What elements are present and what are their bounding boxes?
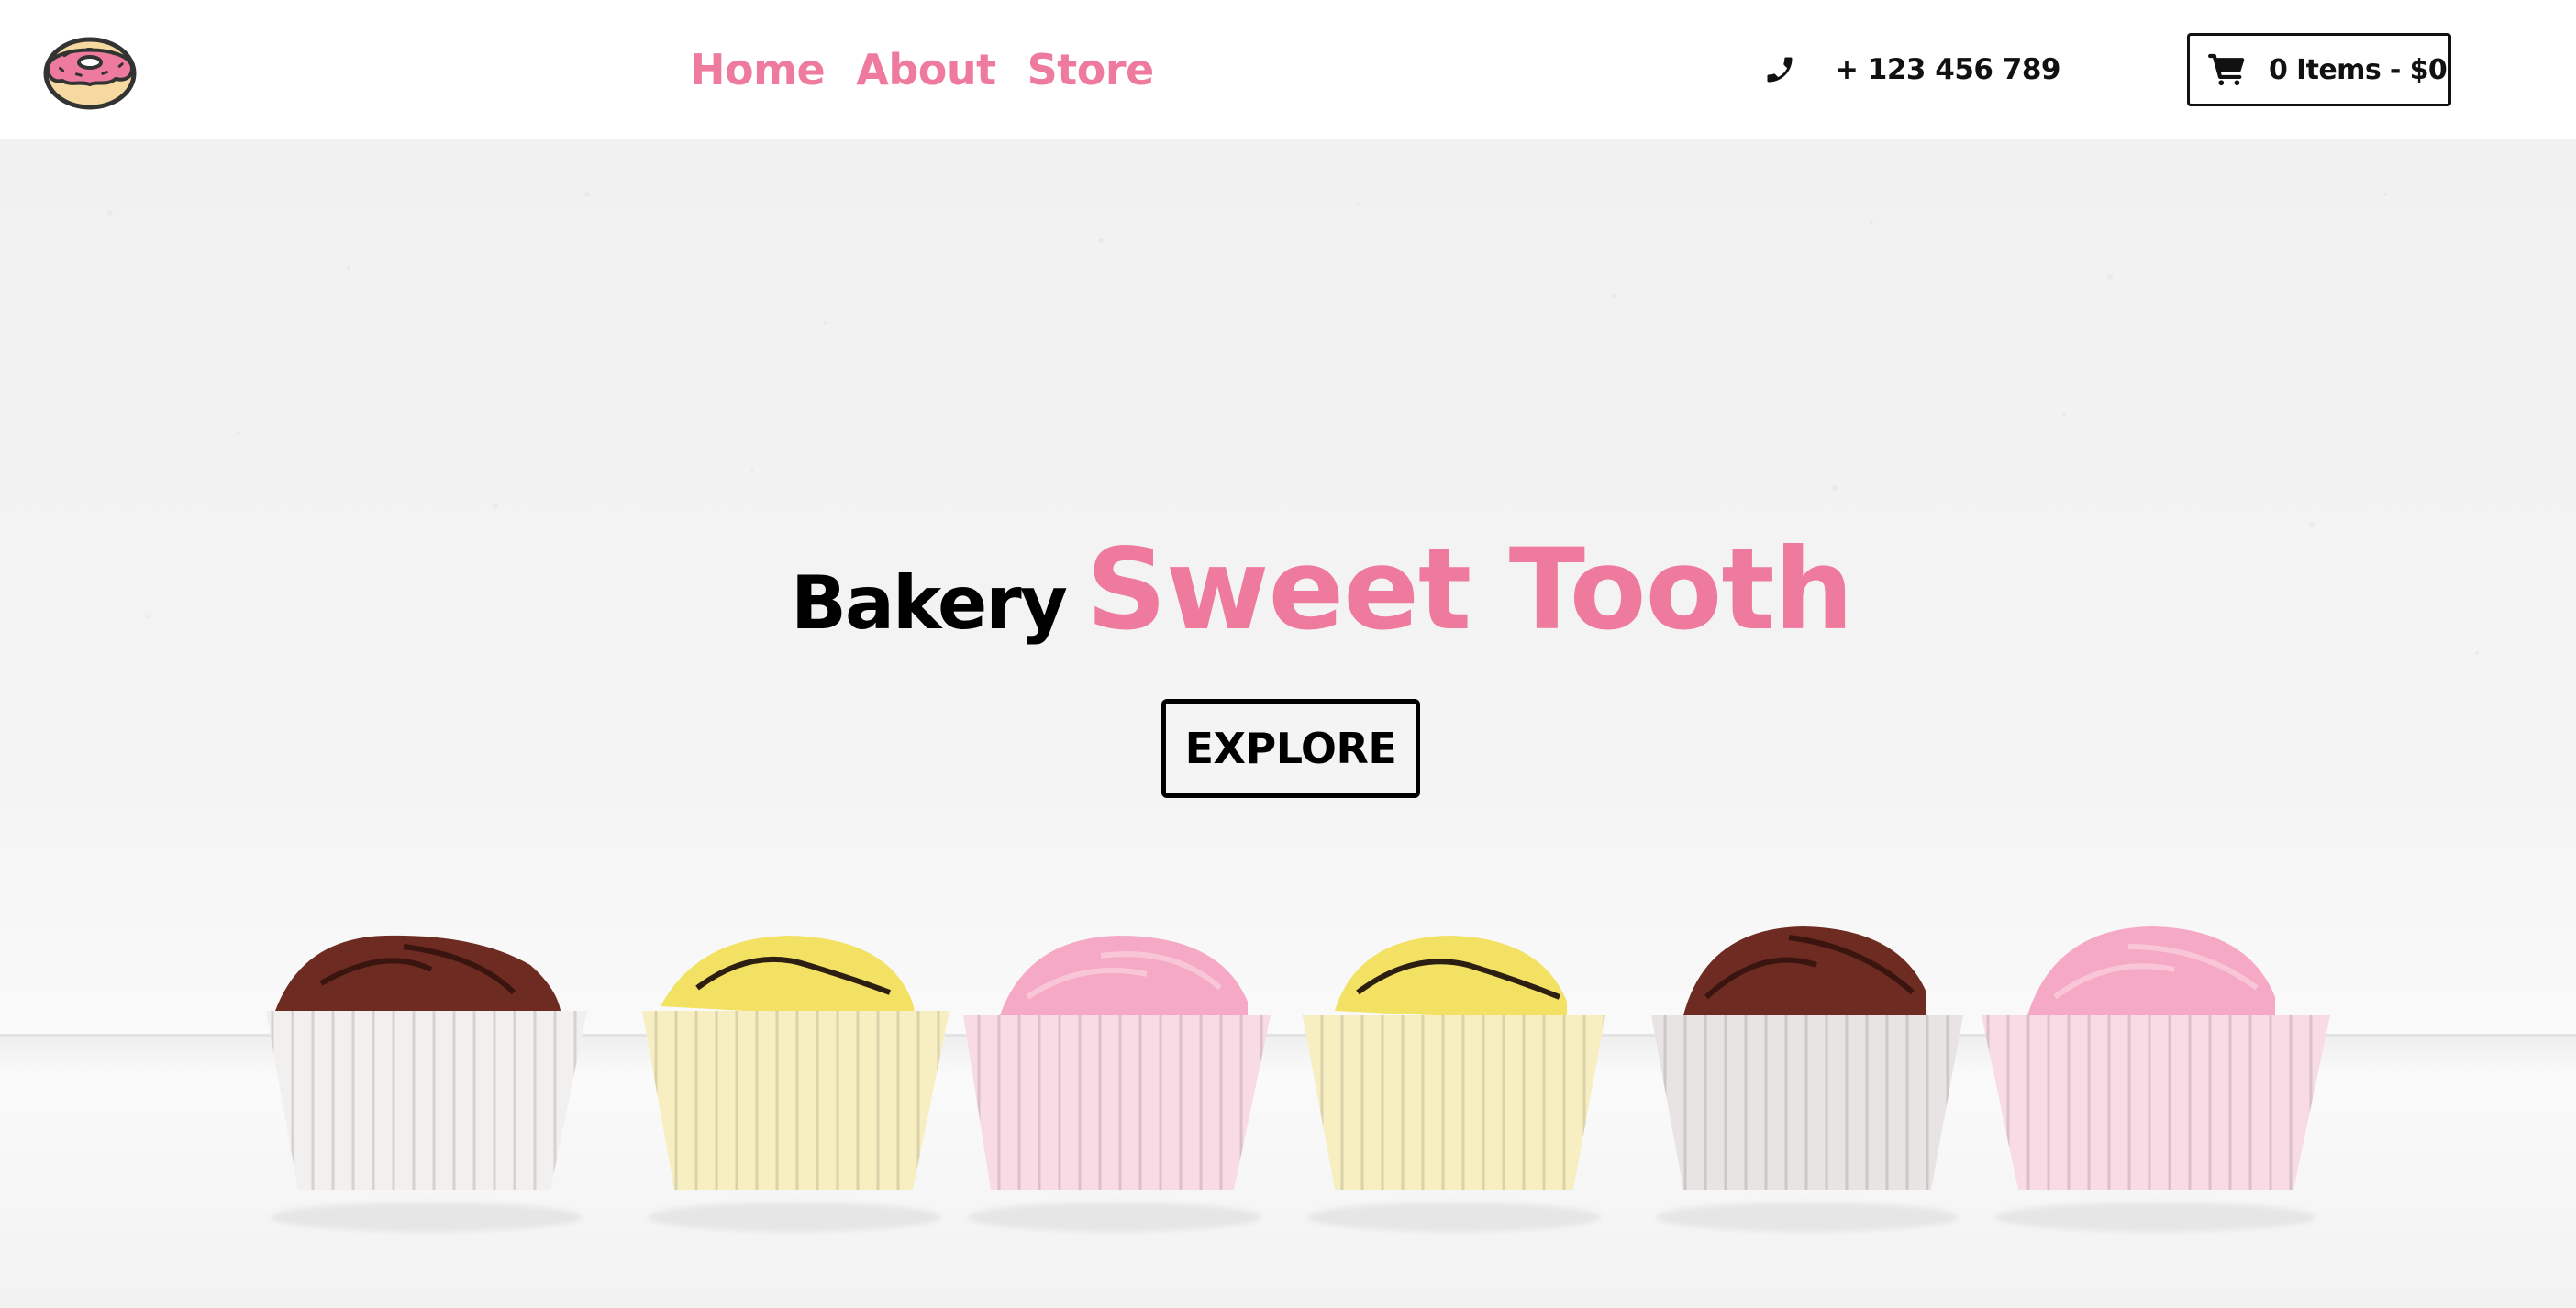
cupcake-yellow-2 xyxy=(1303,936,1605,1232)
cupcake-chocolate-2 xyxy=(1651,926,1963,1232)
cupcake-yellow xyxy=(642,936,949,1232)
cart-summary: 0 Items - $0 xyxy=(2269,53,2448,86)
hero-section: Bakery Sweet Tooth EXPLORE xyxy=(0,139,2576,1308)
cupcake-chocolate xyxy=(266,935,587,1232)
nav-link-store[interactable]: Store xyxy=(1027,45,1155,94)
nav-link-about[interactable]: About xyxy=(856,45,996,94)
main-nav: Home About Store xyxy=(690,0,1154,139)
cupcake-pink xyxy=(963,936,1271,1232)
phone-contact: + 123 456 789 xyxy=(1763,0,2060,139)
cupcake-pink-2 xyxy=(1982,926,2330,1232)
hero-title: Bakery Sweet Tooth xyxy=(791,534,1854,646)
hero-brand-name: Sweet Tooth xyxy=(1085,525,1854,655)
donut-icon xyxy=(43,37,137,110)
cart-button[interactable]: 0 Items - $0 xyxy=(2187,33,2451,106)
nav-link-home[interactable]: Home xyxy=(690,45,826,94)
explore-button[interactable]: EXPLORE xyxy=(1161,699,1420,798)
logo[interactable] xyxy=(42,31,138,110)
explore-button-label: EXPLORE xyxy=(1184,724,1397,773)
hero-pre-title: Bakery xyxy=(791,560,1068,646)
phone-number: + 123 456 789 xyxy=(1835,53,2060,86)
shopping-cart-icon xyxy=(2208,53,2245,86)
phone-icon xyxy=(1767,57,1793,83)
navbar: Home About Store + 123 456 789 0 Items -… xyxy=(0,0,2576,139)
